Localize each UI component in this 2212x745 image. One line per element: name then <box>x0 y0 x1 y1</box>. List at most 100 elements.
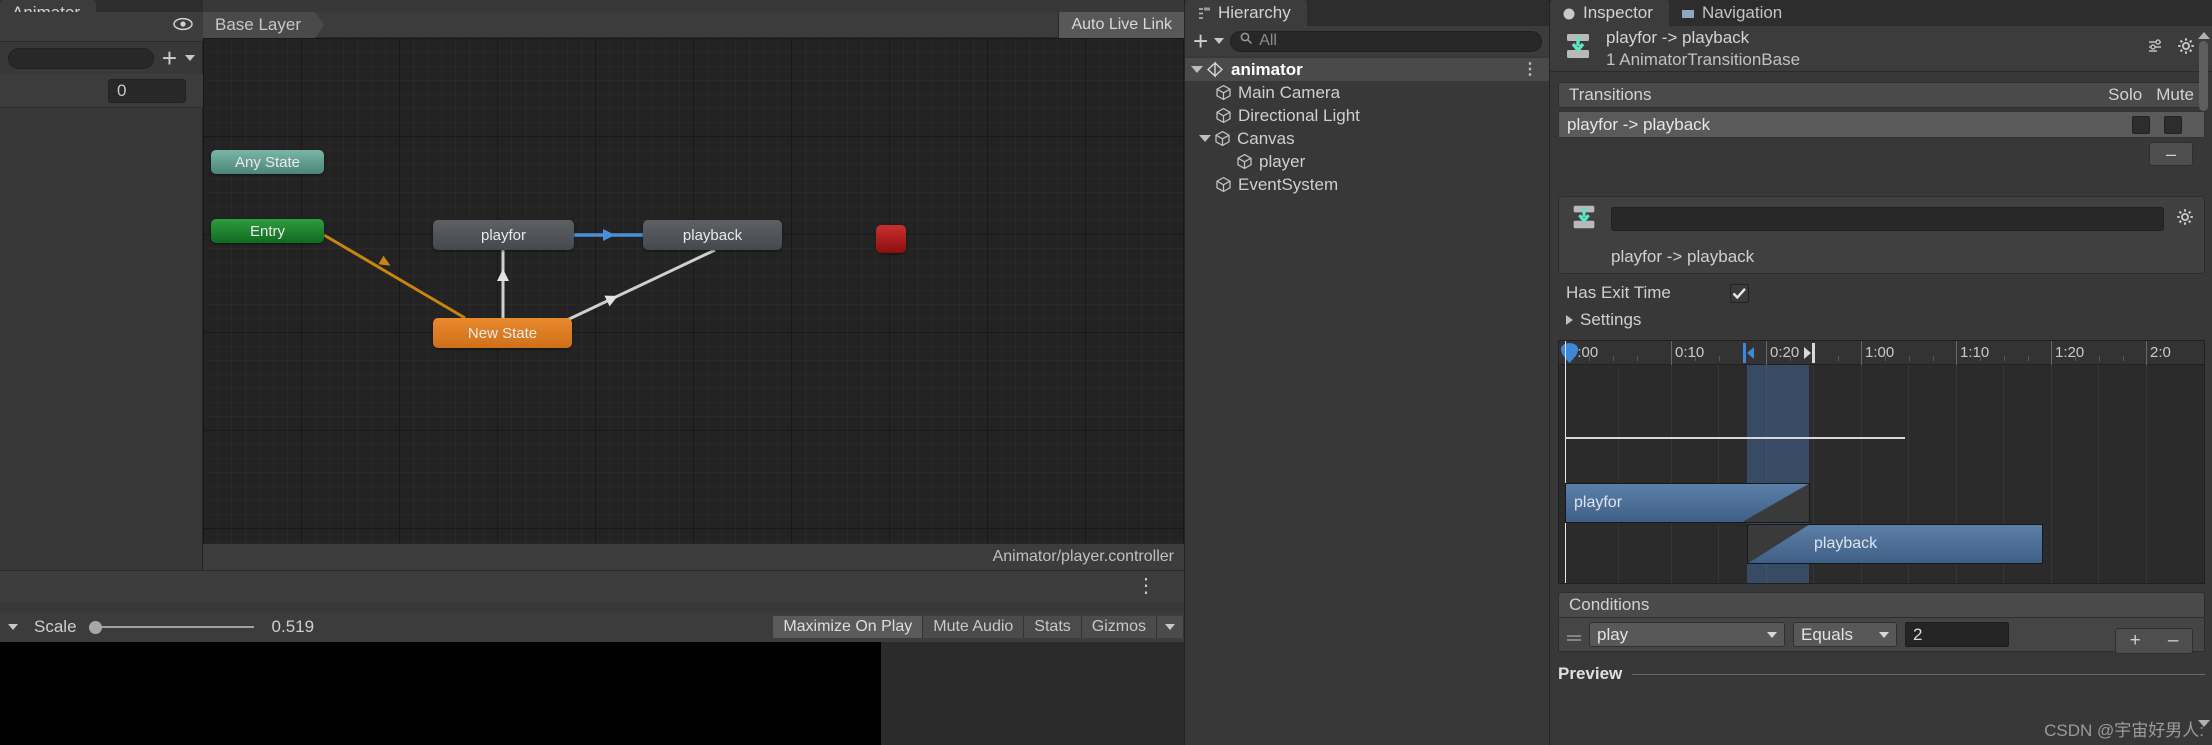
clip-label: playback <box>1814 535 1878 552</box>
state-node-new-state[interactable]: New State <box>433 318 572 348</box>
scale-label: Scale <box>34 617 77 636</box>
tab-hierarchy[interactable]: Hierarchy <box>1185 0 1307 26</box>
state-node-label: Entry <box>249 222 285 240</box>
gear-icon[interactable] <box>2177 37 2195 60</box>
overflow-menu-icon[interactable]: ⋮ <box>1522 61 1538 77</box>
condition-operator-dropdown[interactable]: Equals <box>1793 622 1897 647</box>
hierarchy-item-canvas[interactable]: Canvas <box>1185 127 1550 150</box>
hierarchy-item-label: Directional Light <box>1238 105 1360 125</box>
state-node-playfor[interactable]: playfor <box>433 220 574 250</box>
condition-parameter-dropdown[interactable]: play <box>1589 622 1785 647</box>
transition-start-handle[interactable] <box>1743 343 1755 368</box>
transition-name-input[interactable] <box>1611 207 2164 231</box>
remove-transition-button[interactable]: – <box>2149 142 2193 166</box>
auto-live-link-button[interactable]: Auto Live Link <box>1058 12 1184 38</box>
chevron-down-icon[interactable] <box>8 624 18 630</box>
timeline-clip-playback[interactable]: playback <box>1747 524 2043 564</box>
transition-list-row[interactable]: playfor -> playback <box>1558 111 2205 138</box>
foldout-collapsed-icon[interactable] <box>1566 315 1573 325</box>
hierarchy-item-main-camera[interactable]: Main Camera <box>1185 81 1550 104</box>
condition-value-input[interactable]: 2 <box>1905 622 2009 647</box>
chevron-down-icon <box>1767 631 1777 638</box>
condition-operator-label: Equals <box>1801 624 1853 644</box>
navigation-icon <box>1681 6 1696 21</box>
preset-icon[interactable] <box>2147 37 2165 60</box>
timeline-ruler[interactable]: 0:00 0:10 0:20 1:00 1:10 1:20 2:0 <box>1559 341 2204 365</box>
foldout-expanded-icon[interactable] <box>1191 66 1203 73</box>
search-input[interactable]: All <box>1230 30 1542 52</box>
timeline-tick-label: 1:00 <box>1865 344 1895 361</box>
mute-audio-button[interactable]: Mute Audio <box>923 616 1025 638</box>
transition-edges <box>323 229 716 323</box>
game-view-render <box>0 642 881 745</box>
timeline-playhead[interactable] <box>1565 341 1566 583</box>
mute-checkbox[interactable] <box>2164 115 2182 134</box>
hierarchy-icon <box>1197 6 1212 21</box>
hierarchy-item-label: animator <box>1231 59 1303 79</box>
drag-handle-icon[interactable] <box>1567 630 1581 641</box>
timeline-playhead-handle[interactable] <box>1560 343 1579 369</box>
hierarchy-tree[interactable]: animator ⋮ Main Camera Directional Light <box>1185 58 1550 745</box>
cube-icon <box>1215 176 1232 193</box>
hierarchy-tabstrip: Hierarchy <box>1185 0 1550 26</box>
cube-icon <box>1214 130 1231 147</box>
conditions-label: Conditions <box>1569 595 1650 614</box>
timeline-clip-playfor[interactable]: playfor <box>1565 483 1810 523</box>
timeline-exit-time-line <box>1565 437 1905 439</box>
state-node-any-state[interactable]: Any State <box>211 150 324 174</box>
chevron-down-icon[interactable] <box>1214 38 1225 44</box>
clip-fade-in <box>1748 525 1808 563</box>
animator-footer: Animator/player.controller <box>203 544 1184 570</box>
condition-add-remove-group: + – <box>2115 628 2193 654</box>
overflow-menu-icon[interactable]: ⋮ <box>1136 576 1156 596</box>
hierarchy-item-eventsystem[interactable]: EventSystem <box>1185 173 1550 196</box>
maximize-on-play-button[interactable]: Maximize On Play <box>773 616 924 638</box>
hierarchy-item-player[interactable]: player <box>1185 150 1550 173</box>
has-exit-time-row: Has Exit Time <box>1558 280 2205 306</box>
add-condition-button[interactable]: + <box>2130 630 2141 652</box>
scroll-up-icon[interactable] <box>2197 32 2210 39</box>
mute-label: Mute <box>2156 85 2194 104</box>
parameter-value-field[interactable]: 0 <box>108 78 186 103</box>
transition-detail-box: playfor -> playback <box>1558 196 2205 274</box>
eye-icon[interactable] <box>173 17 193 36</box>
prefab-icon <box>1206 61 1225 78</box>
scrollbar-thumb[interactable] <box>2199 41 2208 111</box>
scale-track <box>88 626 254 628</box>
transition-timeline[interactable]: 0:00 0:10 0:20 1:00 1:10 1:20 2:0 playfo… <box>1558 340 2205 584</box>
foldout-expanded-icon[interactable] <box>1199 135 1211 142</box>
layer-search-input[interactable] <box>8 47 154 69</box>
solo-checkbox[interactable] <box>2132 115 2150 134</box>
tab-inspector[interactable]: Inspector <box>1550 0 1669 26</box>
chevron-down-icon[interactable] <box>185 55 195 61</box>
breadcrumb-base-layer[interactable]: Base Layer <box>203 11 324 38</box>
remove-transition-label: – <box>2165 143 2176 164</box>
transitions-label: Transitions <box>1569 85 1652 104</box>
inspector-scrollbar[interactable] <box>2197 30 2210 731</box>
gear-icon[interactable] <box>2176 208 2194 231</box>
has-exit-time-label: Has Exit Time <box>1566 283 1671 302</box>
state-node-exit[interactable] <box>876 225 906 253</box>
watermark: CSDN @宇宙好男人: <box>2044 721 2204 740</box>
gizmos-dropdown-button[interactable] <box>1157 616 1184 638</box>
scale-slider[interactable] <box>88 619 254 635</box>
tab-navigation[interactable]: Navigation <box>1668 0 1799 26</box>
transition-row-label: playfor -> playback <box>1567 114 1711 134</box>
has-exit-time-checkbox[interactable] <box>1730 283 1749 303</box>
gizmos-button[interactable]: Gizmos <box>1081 616 1157 638</box>
plus-icon[interactable]: + <box>1193 28 1208 54</box>
hierarchy-item-directional-light[interactable]: Directional Light <box>1185 104 1550 127</box>
scale-value: 0.519 <box>271 617 315 636</box>
animator-state-graph[interactable]: Any State Entry playfor playback New Sta… <box>203 38 1184 544</box>
hierarchy-item-animator[interactable]: animator ⋮ <box>1185 58 1550 81</box>
state-node-label: playfor <box>480 226 527 244</box>
state-node-playback[interactable]: playback <box>643 220 782 250</box>
add-layer-icon[interactable]: + <box>162 45 177 71</box>
remove-condition-button[interactable]: – <box>2168 630 2179 652</box>
state-node-entry[interactable]: Entry <box>211 219 324 243</box>
scale-knob[interactable] <box>88 621 102 634</box>
stats-button[interactable]: Stats <box>1024 616 1082 638</box>
game-view[interactable] <box>0 642 1184 745</box>
hierarchy-item-label: player <box>1259 151 1306 171</box>
settings-foldout[interactable]: Settings <box>1558 308 2205 332</box>
